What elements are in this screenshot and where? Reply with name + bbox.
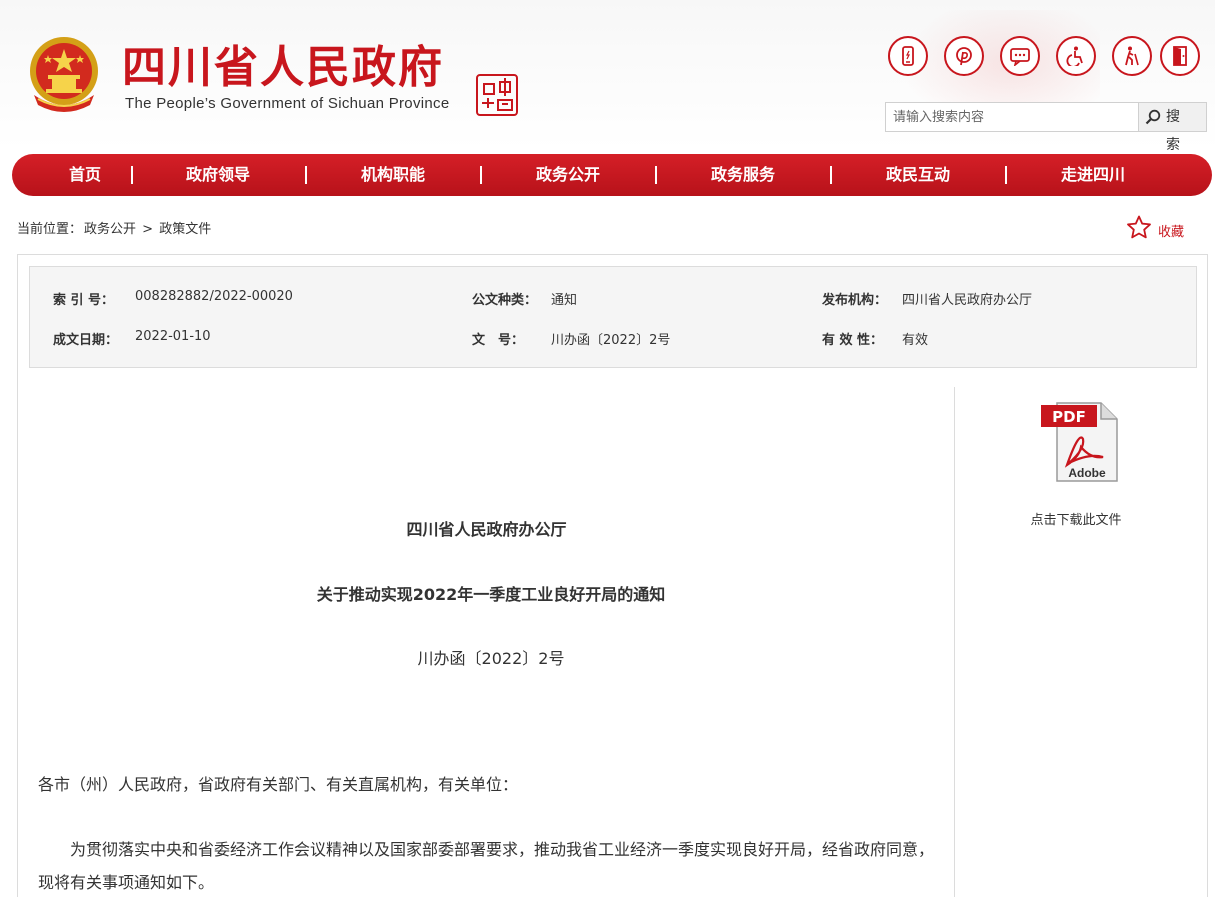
breadcrumb-prefix: 当前位置： [17, 222, 83, 237]
nav-separator [830, 166, 832, 184]
meta-date-value: 2022-01-10 [135, 329, 211, 344]
download-label: 点击下载此文件 [1030, 513, 1122, 528]
pdf-file-icon: PDF Adobe [1041, 402, 1118, 482]
breadcrumb-link-policy-docs[interactable]: 政策文件 [159, 222, 211, 237]
document-paragraph: 为贯彻落实中央和省委经济工作会议精神以及国家部委部署要求，推动我省工业经济一季度… [38, 840, 935, 892]
breadcrumb-separator: > [142, 222, 154, 237]
nav-separator [1005, 166, 1007, 184]
adobe-label: Adobe [1068, 466, 1106, 480]
nav-separator [655, 166, 657, 184]
nav-item-interaction[interactable]: 政民互动 [858, 154, 978, 196]
mobile-icon[interactable] [888, 36, 928, 76]
nav-separator [131, 166, 133, 184]
nav-item-institutions[interactable]: 机构职能 [333, 154, 453, 196]
meta-type-label: 公文种类： [472, 293, 538, 308]
meta-docno-value: 川办函〔2022〕2号 [551, 333, 671, 348]
search-box: 搜 索 [885, 102, 1207, 153]
china-seal-icon [476, 74, 518, 116]
meta-org-value: 四川省人民政府办公厅 [902, 293, 1033, 308]
meta-org-label: 发布机构： [822, 293, 888, 308]
meta-index-label: 索 引 号： [53, 293, 115, 308]
breadcrumb: 当前位置： 政务公开 > 政策文件 [17, 218, 213, 237]
exit-icon[interactable] [1160, 36, 1200, 76]
tool-icon-bar [886, 36, 1206, 78]
search-input[interactable] [886, 103, 1138, 131]
document-salutation: 各市（州）人民政府，省政府有关部门、有关直属机构，有关单位： [38, 775, 519, 794]
meta-validity-label: 有 效 性： [822, 333, 884, 348]
nav-item-home[interactable]: 首页 [25, 154, 145, 196]
nav-separator [305, 166, 307, 184]
pdf-label: PDF [1052, 408, 1086, 426]
site-subtitle: The People’s Government of Sichuan Provi… [125, 95, 450, 112]
document-meta-panel: 索 引 号： 008282882/2022-00020 公文种类： 通知 发布机… [29, 266, 1197, 368]
accessibility-icon[interactable] [1056, 36, 1096, 76]
document-body: 四川省人民政府办公厅 关于推动实现2022年一季度工业良好开局的通知 川办函〔2… [18, 387, 955, 897]
star-icon [1127, 215, 1151, 239]
document-title: 关于推动实现2022年一季度工业良好开局的通知 [316, 585, 666, 604]
national-emblem-icon [30, 37, 98, 112]
nav-item-gov-affairs[interactable]: 政务公开 [508, 154, 628, 196]
nav-item-services[interactable]: 政务服务 [683, 154, 803, 196]
document-issuer: 四川省人民政府办公厅 [406, 520, 567, 539]
meta-type-value: 通知 [551, 293, 578, 308]
nav-separator [480, 166, 482, 184]
content-frame: 索 引 号： 008282882/2022-00020 公文种类： 通知 发布机… [17, 254, 1208, 897]
nav-item-leaders[interactable]: 政府领导 [158, 154, 278, 196]
nav-item-about-sichuan[interactable]: 走进四川 [1033, 154, 1153, 196]
meta-docno-label: 文 号： [472, 333, 525, 348]
message-icon[interactable] [1000, 36, 1040, 76]
breadcrumb-link-gov-affairs[interactable]: 政务公开 [84, 222, 136, 237]
document-number: 川办函〔2022〕2号 [417, 649, 565, 668]
pinterest-icon[interactable] [944, 36, 984, 76]
elderly-icon[interactable] [1112, 36, 1152, 76]
site-header: 四川省人民政府 The People’s Government of Sichu… [0, 0, 1215, 153]
main-nav: 首页 政府领导 机构职能 政务公开 政务服务 政民互动 走进四川 [12, 154, 1212, 196]
site-title: 四川省人民政府 [122, 42, 444, 93]
meta-index-value: 008282882/2022-00020 [135, 289, 293, 304]
favorite-label: 收藏 [1158, 225, 1185, 240]
meta-validity-value: 有效 [902, 333, 929, 348]
search-button-label: 搜 索 [1166, 109, 1184, 153]
search-icon [1145, 109, 1161, 125]
search-button[interactable]: 搜 索 [1138, 103, 1206, 153]
meta-date-label: 成文日期： [53, 333, 119, 348]
